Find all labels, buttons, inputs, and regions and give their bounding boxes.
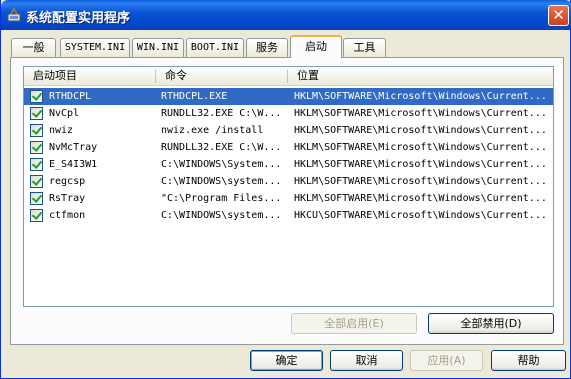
tab-tools[interactable]: 工具 <box>343 38 386 57</box>
window-title: 系统配置实用程序 <box>26 11 131 26</box>
tab-startup[interactable]: 启动 <box>290 35 342 58</box>
tab-general[interactable]: 一般 <box>11 38 56 57</box>
item-command: RUNDLL32.EXE C:\W... <box>161 108 282 119</box>
checkbox[interactable] <box>30 192 43 205</box>
item-command: "C:\Program Files... <box>161 193 282 204</box>
item-command: C:\WINDOWS\system... <box>161 176 282 187</box>
checkbox[interactable] <box>30 107 43 120</box>
item-location: HKLM\SOFTWARE\Microsoft\Windows\Current.… <box>294 108 547 119</box>
list-row-ctfmon[interactable]: ctfmon C:\WINDOWS\system... HKCU\SOFTWAR… <box>24 207 553 224</box>
checkbox[interactable] <box>30 158 43 171</box>
checkbox[interactable] <box>30 90 43 103</box>
item-command: C:\WINDOWS\system... <box>161 210 282 221</box>
ok-button[interactable]: 确定 <box>250 350 323 371</box>
item-name: RTHDCPL <box>49 91 92 102</box>
item-location: HKLM\SOFTWARE\Microsoft\Windows\Current.… <box>294 125 547 136</box>
item-location: HKLM\SOFTWARE\Microsoft\Windows\Current.… <box>294 159 547 170</box>
title-bar[interactable]: 系统配置实用程序 ✕ <box>1 0 571 30</box>
list-row-e-s4i3w1[interactable]: E_S4I3W1 C:\WINDOWS\System... HKLM\SOFTW… <box>24 156 553 173</box>
item-location: HKLM\SOFTWARE\Microsoft\Windows\Current.… <box>294 142 547 153</box>
item-name: NvMcTray <box>49 142 98 153</box>
column-header-item[interactable]: 启动项目 <box>24 67 155 85</box>
list-row-regcsp[interactable]: regcsp C:\WINDOWS\system... HKLM\SOFTWAR… <box>24 173 553 190</box>
item-location: HKCU\SOFTWARE\Microsoft\Windows\Current.… <box>294 210 547 221</box>
list-row-nvmctray[interactable]: NvMcTray RUNDLL32.EXE C:\W... HKLM\SOFTW… <box>24 139 553 156</box>
enable-all-button[interactable]: 全部启用(E) <box>291 313 417 334</box>
list-header: 启动项目 命令 位置 <box>24 67 553 86</box>
item-command: C:\WINDOWS\System... <box>161 159 282 170</box>
list-row-nvcpl[interactable]: NvCpl RUNDLL32.EXE C:\W... HKLM\SOFTWARE… <box>24 105 553 122</box>
close-button[interactable]: ✕ <box>548 5 569 26</box>
tab-services[interactable]: 服务 <box>246 38 288 57</box>
item-location: HKLM\SOFTWARE\Microsoft\Windows\Current.… <box>294 193 547 204</box>
tab-system-ini[interactable]: SYSTEM.INI <box>60 38 130 57</box>
item-name: RsTray <box>49 193 86 204</box>
item-location: HKLM\SOFTWARE\Microsoft\Windows\Current.… <box>294 91 547 102</box>
app-icon <box>7 8 21 22</box>
tab-win-ini[interactable]: WIN.INI <box>132 38 184 57</box>
item-name: nwiz <box>49 125 74 136</box>
item-name: ctfmon <box>49 210 86 221</box>
tab-boot-ini[interactable]: BOOT.INI <box>186 38 244 57</box>
list-row-nwiz[interactable]: nwiz nwiz.exe /install HKLM\SOFTWARE\Mic… <box>24 122 553 139</box>
item-command: nwiz.exe /install <box>161 125 264 136</box>
list-row-rthdcpl[interactable]: RTHDCPL RTHDCPL.EXE HKLM\SOFTWARE\Micros… <box>24 88 553 105</box>
item-name: regcsp <box>49 176 86 187</box>
list-row-rstray[interactable]: RsTray "C:\Program Files... HKLM\SOFTWAR… <box>24 190 553 207</box>
checkbox[interactable] <box>30 175 43 188</box>
item-command: RTHDCPL.EXE <box>161 91 228 102</box>
item-command: RUNDLL32.EXE C:\W... <box>161 142 282 153</box>
checkbox[interactable] <box>30 124 43 137</box>
column-header-command[interactable]: 命令 <box>156 67 287 85</box>
column-header-location[interactable]: 位置 <box>288 67 553 85</box>
item-name: E_S4I3W1 <box>49 159 98 170</box>
system-config-window: 系统配置实用程序 ✕ 一般 SYSTEM.INI WIN.INI BOOT.IN… <box>0 0 571 379</box>
item-location: HKLM\SOFTWARE\Microsoft\Windows\Current.… <box>294 176 547 187</box>
apply-button[interactable]: 应用(A) <box>410 350 483 371</box>
disable-all-button[interactable]: 全部禁用(D) <box>428 313 554 334</box>
cancel-button[interactable]: 取消 <box>330 350 403 371</box>
checkbox[interactable] <box>30 209 43 222</box>
help-button[interactable]: 帮助 <box>491 350 566 371</box>
startup-list[interactable]: 启动项目 命令 位置 RTHDCPL RTHDCPL.EXE HKLM\SOFT… <box>23 66 554 307</box>
checkbox[interactable] <box>30 141 43 154</box>
item-name: NvCpl <box>49 108 80 119</box>
